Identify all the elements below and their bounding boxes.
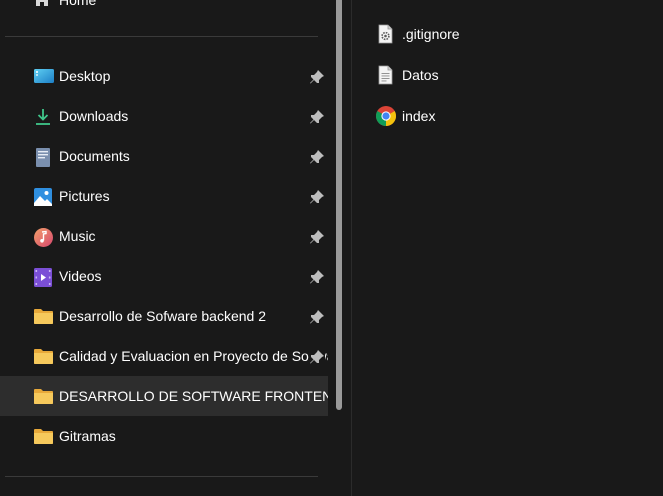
nav-item-music[interactable]: Music <box>0 216 328 256</box>
nav-item-folder-backend[interactable]: Desarrollo de Sofware backend 2 <box>0 296 328 336</box>
pin-icon[interactable] <box>309 269 325 285</box>
file-name: .gitignore <box>402 26 460 42</box>
nav-item-label: Pictures <box>59 188 110 204</box>
chrome-icon <box>376 106 396 126</box>
pictures-icon <box>34 188 52 206</box>
nav-item-videos[interactable]: Videos <box>0 256 328 296</box>
file-explorer-window: Home Desktop Downloads Documents Picture… <box>0 0 663 496</box>
home-icon <box>34 0 50 7</box>
nav-item-documents[interactable]: Documents <box>0 136 328 176</box>
nav-item-home-label: Home <box>59 0 97 8</box>
file-item-datos[interactable]: Datos <box>376 63 439 87</box>
nav-item-folder-calidad[interactable]: Calidad y Evaluacion en Proyecto de Soft… <box>0 336 328 376</box>
nav-item-pictures[interactable]: Pictures <box>0 176 328 216</box>
nav-item-label: DESARROLLO DE SOFTWARE FRONTEND <box>59 388 328 404</box>
nav-divider <box>5 476 318 477</box>
nav-item-folder-frontend[interactable]: DESARROLLO DE SOFTWARE FRONTEND <box>0 376 328 416</box>
music-icon <box>34 228 53 247</box>
nav-item-desktop[interactable]: Desktop <box>0 56 328 96</box>
pin-icon[interactable] <box>309 69 325 85</box>
file-name: Datos <box>402 67 439 83</box>
pin-icon[interactable] <box>309 309 325 325</box>
folder-icon <box>34 388 53 405</box>
nav-item-label: Calidad y Evaluacion en Proyecto de Soft… <box>59 348 328 364</box>
content-pane: .gitignore Datos index <box>352 0 663 496</box>
videos-icon <box>34 268 52 287</box>
quick-access-list: Desktop Downloads Documents Pictures Mus… <box>0 56 328 456</box>
nav-scrollbar[interactable] <box>334 0 344 496</box>
nav-item-label: Gitramas <box>59 428 116 444</box>
pin-icon[interactable] <box>309 349 325 365</box>
pin-icon[interactable] <box>309 149 325 165</box>
desktop-icon <box>34 68 54 85</box>
nav-item-home[interactable]: Home <box>34 0 96 10</box>
nav-item-downloads[interactable]: Downloads <box>0 96 328 136</box>
text-file-icon <box>376 65 396 85</box>
nav-item-label: Music <box>59 228 96 244</box>
nav-divider <box>5 36 318 37</box>
folder-icon <box>34 428 53 445</box>
file-item-index[interactable]: index <box>376 104 435 128</box>
nav-item-label: Documents <box>59 148 130 164</box>
nav-item-label: Videos <box>59 268 102 284</box>
documents-icon <box>34 148 52 167</box>
file-name: index <box>402 108 436 124</box>
scrollbar-thumb[interactable] <box>336 0 342 410</box>
nav-item-label: Desarrollo de Sofware backend 2 <box>59 308 267 324</box>
pin-icon[interactable] <box>309 229 325 245</box>
nav-item-label: Desktop <box>59 68 111 84</box>
folder-icon <box>34 348 53 365</box>
settings-file-icon <box>376 24 396 44</box>
file-item-gitignore[interactable]: .gitignore <box>376 22 460 46</box>
nav-item-folder-gitramas[interactable]: Gitramas <box>0 416 328 456</box>
navigation-pane: Home Desktop Downloads Documents Picture… <box>0 0 328 496</box>
folder-icon <box>34 308 53 325</box>
pin-icon[interactable] <box>309 189 325 205</box>
download-icon <box>34 108 52 125</box>
pin-icon[interactable] <box>309 109 325 125</box>
nav-item-label: Downloads <box>59 108 129 124</box>
